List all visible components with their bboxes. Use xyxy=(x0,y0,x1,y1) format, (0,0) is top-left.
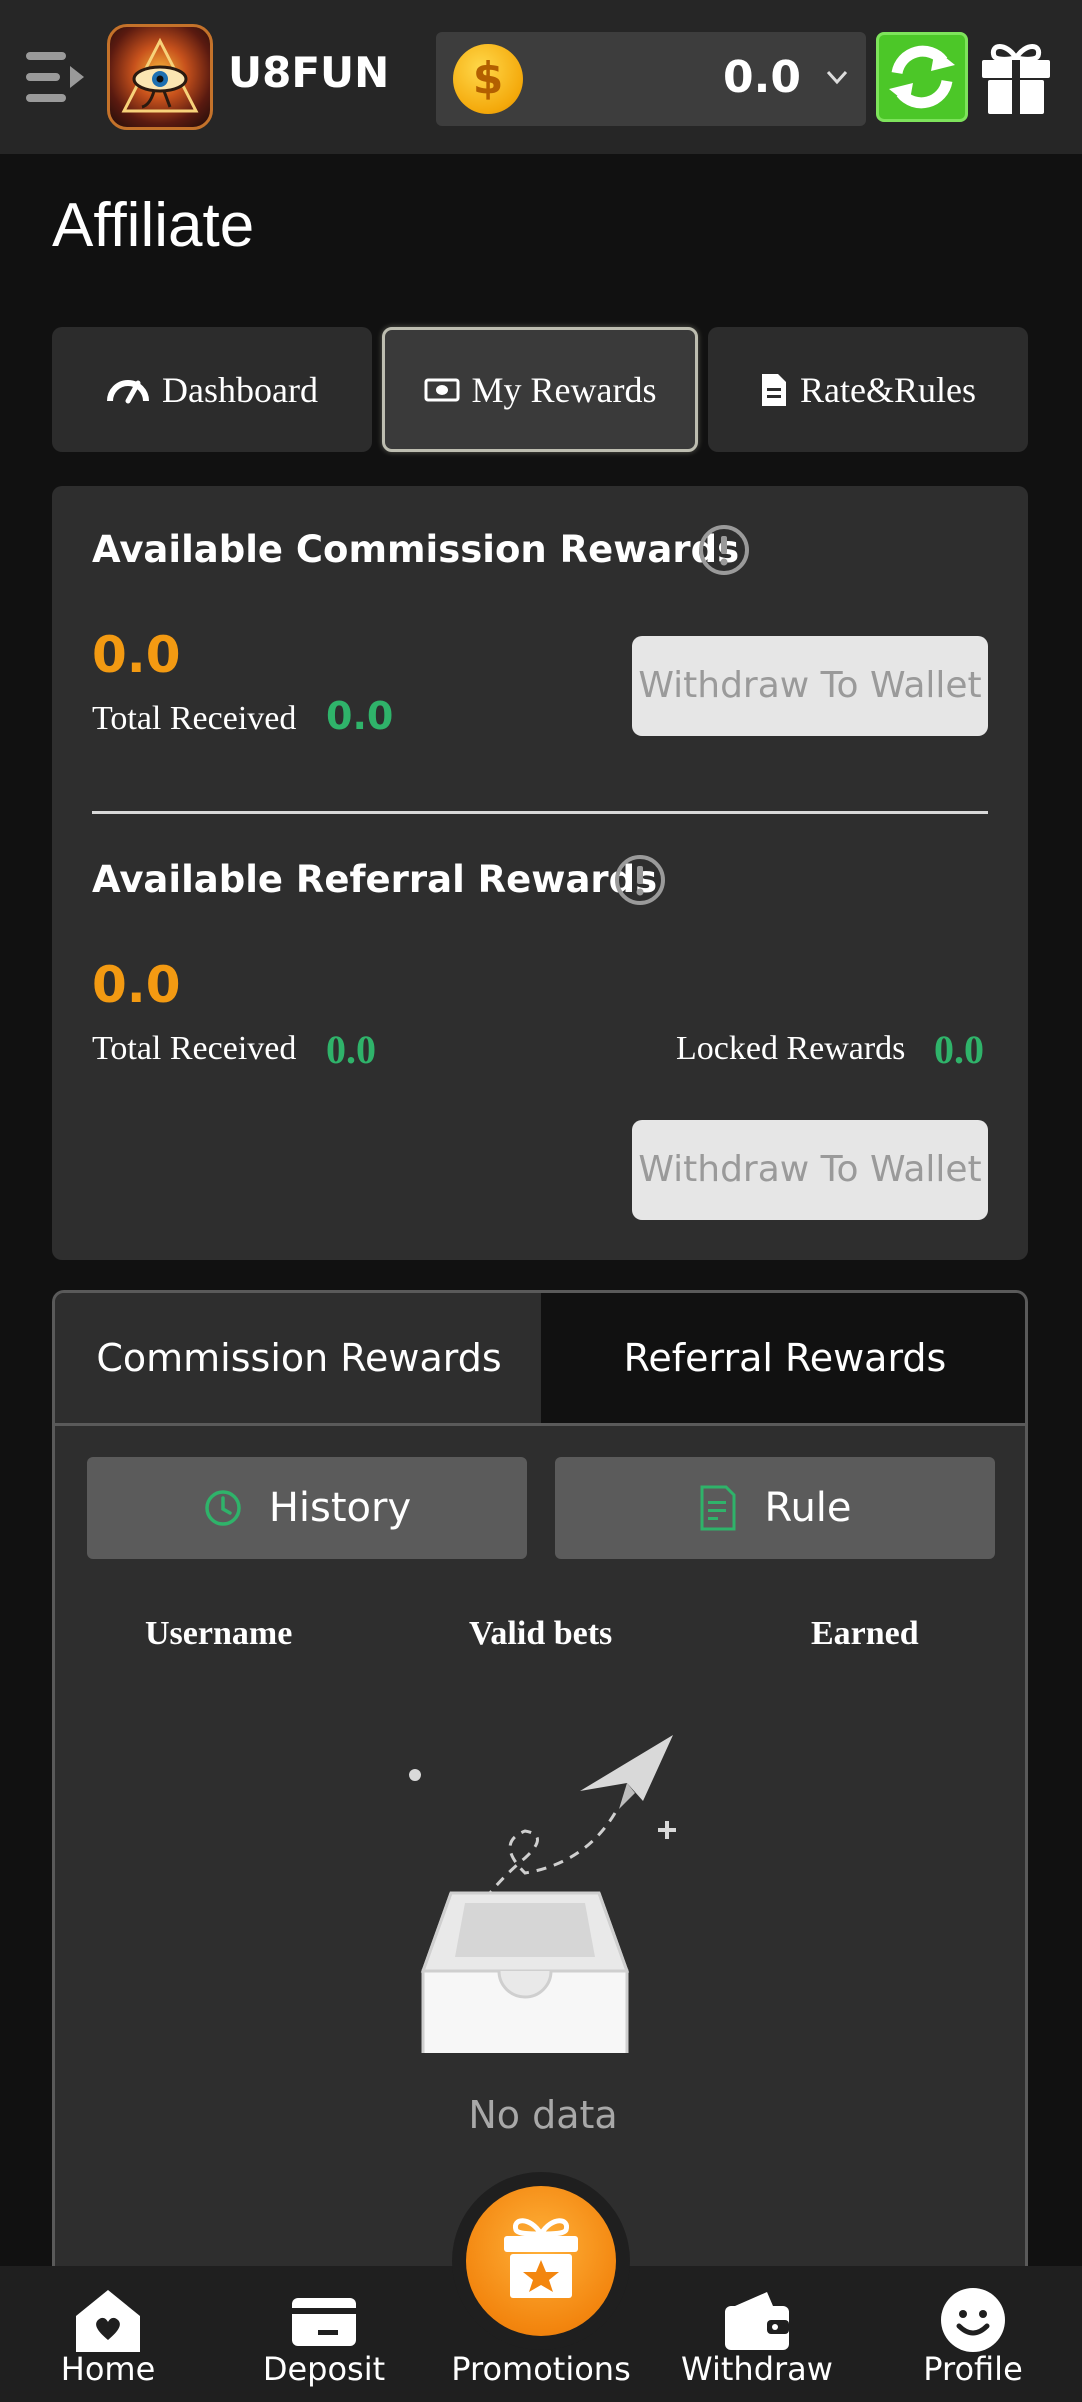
wallet-balance-selector[interactable]: $ 0.0 xyxy=(436,32,866,126)
referral-title: Available Referral Rewards xyxy=(92,858,658,901)
nav-label: Withdraw xyxy=(681,2350,833,2388)
document-icon xyxy=(762,373,786,406)
commission-total-value: 0.0 xyxy=(326,694,394,738)
card-icon xyxy=(292,2298,356,2346)
tab-commission-rewards[interactable]: Commission Rewards xyxy=(55,1293,543,1423)
rule-label: Rule xyxy=(764,1485,852,1531)
referral-amount: 0.0 xyxy=(92,956,181,1014)
nav-label: Deposit xyxy=(262,2350,386,2388)
divider xyxy=(92,811,988,814)
rule-button[interactable]: Rule xyxy=(555,1457,995,1559)
refresh-button[interactable] xyxy=(876,32,968,122)
nav-withdraw[interactable]: Withdraw xyxy=(657,2266,857,2402)
top-bar: U8FUN $ 0.0 xyxy=(0,0,1082,154)
smile-icon xyxy=(941,2288,1005,2352)
app-logo[interactable] xyxy=(107,24,213,130)
empty-state-text: No data xyxy=(468,2093,618,2137)
speedometer-icon xyxy=(107,379,150,403)
info-icon[interactable] xyxy=(698,524,750,576)
gift-star-icon xyxy=(504,2218,578,2298)
tab-label: My Rewards xyxy=(471,369,657,410)
eye-of-horus-icon xyxy=(121,37,199,113)
tab-label: Dashboard xyxy=(162,369,318,410)
nav-label: Home xyxy=(60,2350,156,2388)
page-title: Affiliate xyxy=(52,191,255,260)
locked-rewards-label: Locked Rewards xyxy=(676,1030,906,1067)
column-header-earned: Earned xyxy=(811,1615,919,1652)
nav-label: Profile xyxy=(923,2350,1023,2388)
clock-icon xyxy=(205,1490,241,1526)
tab-dashboard[interactable]: Dashboard xyxy=(52,327,372,452)
money-icon xyxy=(424,378,459,401)
column-header-username: Username xyxy=(145,1615,293,1652)
refresh-icon xyxy=(889,45,955,109)
affiliate-tabs: Dashboard My Rewards Rate&Rules xyxy=(52,327,1028,452)
rule-document-icon xyxy=(700,1485,736,1531)
balance-amount: 0.0 xyxy=(723,52,801,103)
rewards-card: Available Commission Rewards 0.0 Total R… xyxy=(52,486,1028,1260)
commission-total-label: Total Received xyxy=(92,700,297,737)
menu-icon[interactable] xyxy=(26,48,92,106)
nav-home[interactable]: Home xyxy=(8,2266,208,2402)
locked-rewards-value: 0.0 xyxy=(934,1027,984,1072)
divider xyxy=(55,1423,1025,1426)
referral-total-label: Total Received xyxy=(92,1030,297,1067)
tab-label: Rate&Rules xyxy=(800,369,976,410)
nav-deposit[interactable]: Deposit xyxy=(224,2266,424,2402)
gift-icon[interactable] xyxy=(980,40,1052,116)
empty-box-illustration xyxy=(409,1735,676,2053)
referral-withdraw-button[interactable]: Withdraw To Wallet xyxy=(632,1120,988,1220)
info-icon[interactable] xyxy=(614,854,666,906)
history-button[interactable]: History xyxy=(87,1457,527,1559)
referral-total-value: 0.0 xyxy=(326,1027,376,1072)
tab-rate-rules[interactable]: Rate&Rules xyxy=(708,327,1028,452)
wallet-icon xyxy=(725,2292,789,2350)
commission-withdraw-button[interactable]: Withdraw To Wallet xyxy=(632,636,988,736)
tab-my-rewards[interactable]: My Rewards xyxy=(382,327,698,452)
commission-title: Available Commission Rewards xyxy=(92,528,740,571)
coin-icon: $ xyxy=(453,44,523,114)
nav-label: Promotions xyxy=(451,2350,631,2388)
home-icon xyxy=(76,2290,140,2352)
tab-referral-rewards[interactable]: Referral Rewards xyxy=(541,1293,1025,1423)
brand-name: U8FUN xyxy=(228,48,390,97)
history-label: History xyxy=(268,1485,412,1531)
column-header-valid-bets: Valid bets xyxy=(469,1615,613,1652)
chevron-down-icon xyxy=(826,70,848,85)
commission-amount: 0.0 xyxy=(92,626,181,684)
nav-profile[interactable]: Profile xyxy=(873,2266,1073,2402)
promotions-button[interactable] xyxy=(466,2186,616,2336)
